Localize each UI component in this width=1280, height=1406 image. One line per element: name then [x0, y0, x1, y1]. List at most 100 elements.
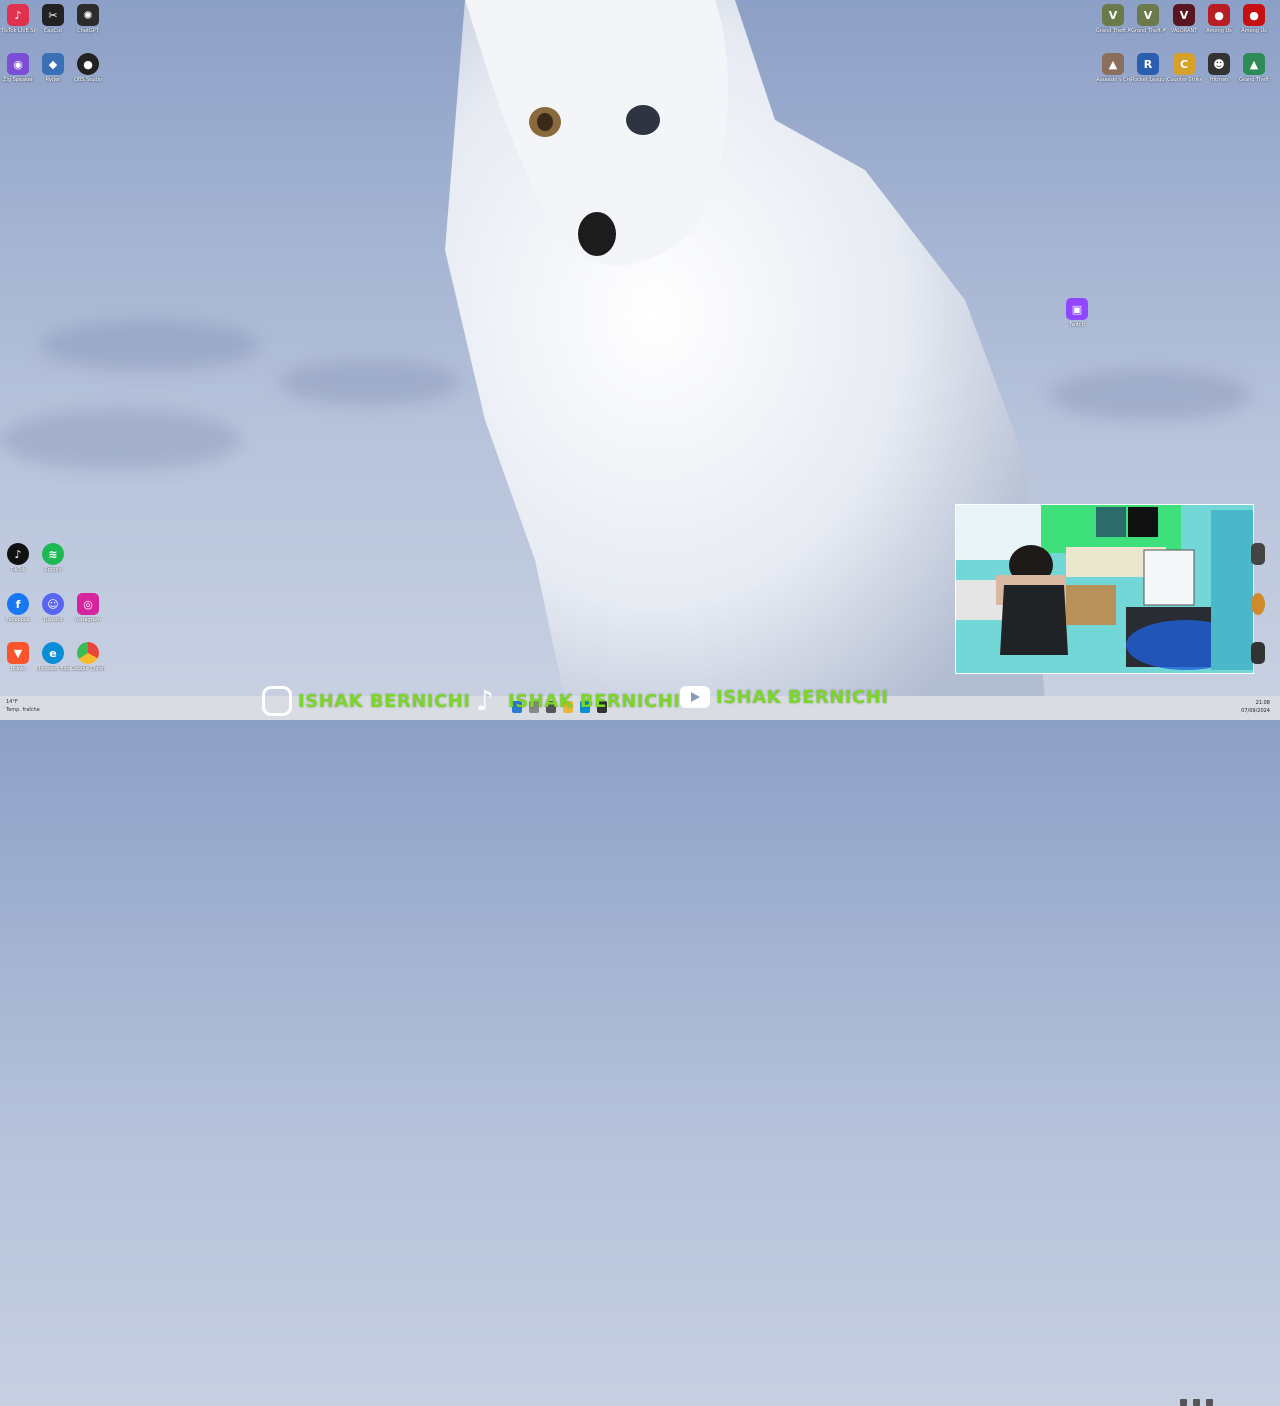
chrome-icon — [77, 642, 99, 664]
right-edge-shortcut-2[interactable] — [1248, 593, 1268, 615]
instagram-icon: ◎ — [77, 593, 99, 615]
social-handle-instagram: ISHAK BERNICHI — [262, 686, 470, 716]
desktop-icon-label: Rocket League — [1131, 77, 1165, 83]
desktop-icon-label: Discord — [43, 617, 63, 623]
app-icon: ▲ — [1243, 53, 1265, 75]
gta-v-shortcut[interactable]: V Grand Theft Auto V — [1096, 4, 1130, 34]
hitman-shortcut[interactable]: ☻ Hitman — [1202, 53, 1236, 83]
obs-icon: ● — [77, 53, 99, 75]
youtube-icon — [680, 686, 710, 708]
social-handle-text: ISHAK BERNICHI — [508, 690, 681, 712]
brave-icon: ▼ — [7, 642, 29, 664]
app-icon: ▲ — [1102, 53, 1124, 75]
facebook-icon: f — [7, 593, 29, 615]
desktop-icon-label: Counter-Strike — [1167, 77, 1201, 83]
tiktok-icon: ♪ — [476, 684, 494, 717]
chrome-shortcut[interactable]: Google Chrome — [71, 642, 105, 672]
desktop-icon-label: Assassin's Creed — [1096, 77, 1130, 83]
desktop-icon-label: Grand Theft Auto — [1131, 28, 1165, 34]
discord-icon: ☺ — [42, 593, 64, 615]
desktop-icon-label: Google Chrome — [71, 666, 105, 672]
desktop-icon-label: OBS Studio — [74, 77, 102, 83]
social-handle-youtube: ISHAK BERNICHI — [680, 686, 888, 708]
amongus-shortcut-2[interactable]: ● Among Us — [1237, 4, 1271, 34]
app-icon: ● — [1208, 4, 1230, 26]
social-handle-tiktok: ♪ ISHAK BERNICHI — [476, 686, 680, 716]
chatgpt-shortcut[interactable]: ✺ ChatGPT — [71, 4, 105, 34]
desktop-icon-label: Instagram — [75, 617, 101, 623]
spotify-icon: ≋ — [42, 543, 64, 565]
social-handle-text: ISHAK BERNICHI — [298, 690, 471, 712]
webcam-feed-image — [956, 505, 1253, 673]
right-edge-shortcut-1[interactable] — [1248, 543, 1268, 565]
desktop-icon-label: Brave — [10, 666, 26, 672]
cs-icon: C — [1173, 53, 1195, 75]
tiktok-icon: ♪ — [7, 543, 29, 565]
clock-time: 21:08 — [1255, 700, 1270, 706]
weather-text: Temp. fraîche — [6, 707, 40, 713]
wifi-icon[interactable] — [1180, 1399, 1187, 1406]
spotify-shortcut[interactable]: ≋ Spotify — [36, 543, 70, 573]
rocketleague-icon: R — [1137, 53, 1159, 75]
clock[interactable]: 21:08 07/09/2024 — [1241, 699, 1270, 715]
desktop-icon-label: TikTok LIVE Studio — [1, 28, 35, 34]
volume-icon[interactable] — [1193, 1399, 1200, 1406]
desktop-icon-label: TikTok — [10, 567, 26, 573]
app-icon — [1251, 642, 1265, 664]
desktop-icon-label: CapCut — [43, 28, 63, 34]
instagram-icon — [262, 686, 292, 716]
desktop-icon-label: Twitch — [1069, 322, 1085, 328]
brave-shortcut[interactable]: ▼ Brave — [1, 642, 35, 672]
edge-shortcut[interactable]: e Microsoft Edge — [36, 642, 70, 672]
clock-date: 07/09/2024 — [1241, 708, 1270, 714]
zig-speaker-shortcut[interactable]: ◉ Zig Speaker — [1, 53, 35, 83]
app-icon: ◆ — [42, 53, 64, 75]
capcut-icon: ✂ — [42, 4, 64, 26]
tiktok-live-icon: ♪ — [7, 4, 29, 26]
amongus-icon: ● — [1243, 4, 1265, 26]
gta-icon: V — [1137, 4, 1159, 26]
weather-temp: 14°F — [6, 699, 18, 705]
desktop-icon-label: ChatGPT — [77, 28, 99, 34]
desktop-icon-label: Ryder — [45, 77, 61, 83]
right-edge-shortcut-3[interactable] — [1248, 642, 1268, 664]
ryder-shortcut[interactable]: ◆ Ryder — [36, 53, 70, 83]
tiktok-live-studio-shortcut[interactable]: ♪ TikTok LIVE Studio — [1, 4, 35, 34]
amongus-shortcut-1[interactable]: ● Among Us — [1202, 4, 1236, 34]
chatgpt-icon: ✺ — [77, 4, 99, 26]
desktop-icon-label: VALORANT — [1170, 28, 1198, 34]
gta-icon: V — [1102, 4, 1124, 26]
twitch-icon: ▣ — [1066, 298, 1088, 320]
assassins-creed-shortcut[interactable]: ▲ Assassin's Creed — [1096, 53, 1130, 83]
social-handle-text: ISHAK BERNICHI — [716, 686, 889, 708]
tiktok-shortcut[interactable]: ♪ TikTok — [1, 543, 35, 573]
system-tray — [1180, 1399, 1213, 1406]
desktop-icon-label: Among Us — [1241, 28, 1267, 34]
weather-widget[interactable]: 14°F Temp. fraîche — [6, 698, 40, 714]
app-icon: ◉ — [7, 53, 29, 75]
valorant-shortcut[interactable]: V VALORANT — [1167, 4, 1201, 34]
twitch-shortcut[interactable]: ▣ Twitch — [1060, 298, 1094, 328]
desktop-icon-label: Among Us — [1206, 28, 1232, 34]
desktop-icon-label: Microsoft Edge — [36, 666, 70, 672]
edge-icon: e — [42, 642, 64, 664]
desktop-icon-label: Grand Theft Auto V — [1096, 28, 1130, 34]
discord-shortcut[interactable]: ☺ Discord — [36, 593, 70, 623]
rocket-league-shortcut[interactable]: R Rocket League — [1131, 53, 1165, 83]
desktop-icon-label: Facebook — [6, 617, 30, 623]
battery-icon[interactable] — [1206, 1399, 1213, 1406]
desktop-icon-label: Hitman — [1209, 77, 1229, 83]
obs-studio-shortcut[interactable]: ● OBS Studio — [71, 53, 105, 83]
instagram-shortcut[interactable]: ◎ Instagram — [71, 593, 105, 623]
game-shortcut[interactable]: ▲ Grand Theft — [1237, 53, 1271, 83]
app-icon: ☻ — [1208, 53, 1230, 75]
capcut-shortcut[interactable]: ✂ CapCut — [36, 4, 70, 34]
gta-shortcut[interactable]: V Grand Theft Auto — [1131, 4, 1165, 34]
counter-strike-shortcut[interactable]: C Counter-Strike — [1167, 53, 1201, 83]
facebook-shortcut[interactable]: f Facebook — [1, 593, 35, 623]
app-icon — [1251, 593, 1265, 615]
desktop-icon-label: Spotify — [44, 567, 62, 573]
webcam-overlay — [955, 504, 1254, 674]
valorant-icon: V — [1173, 4, 1195, 26]
desktop-icon-label: Zig Speaker — [3, 77, 33, 83]
